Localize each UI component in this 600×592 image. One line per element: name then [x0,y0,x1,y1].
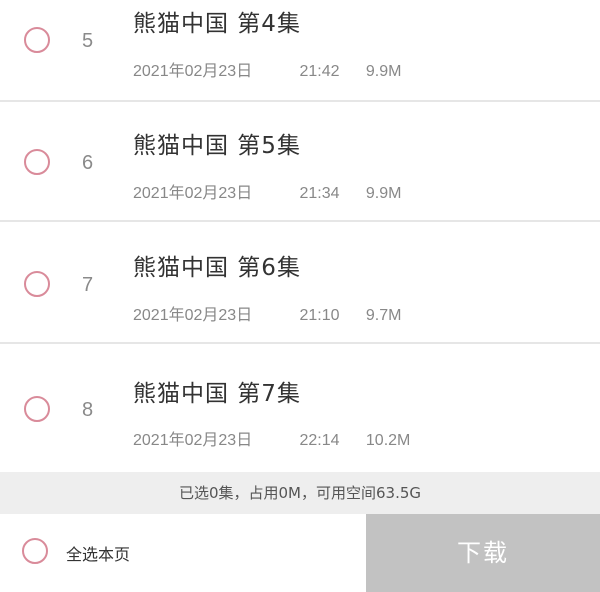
episode-row[interactable]: 8 熊猫中国 第7集 2021年02月23日 22:14 10.2M [0,346,600,470]
episode-row[interactable]: 7 熊猫中国 第6集 2021年02月23日 21:10 9.7M [0,224,600,344]
episode-title: 熊猫中国 第5集 [133,133,301,159]
radio-unchecked-icon[interactable] [24,271,50,297]
episode-date: 2021年02月23日 [133,63,253,80]
episode-time: 21:42 [299,63,340,80]
download-selection-screen: 5 熊猫中国 第4集 2021年02月23日 21:42 9.9M 6 熊猫中国… [0,0,600,592]
episode-time: 21:10 [299,307,340,324]
episode-time: 22:14 [299,432,340,449]
episode-index: 8 [82,399,94,421]
episode-meta: 2021年02月23日 22:14 10.2M [133,426,410,450]
radio-unchecked-icon[interactable] [24,27,50,53]
episode-date: 2021年02月23日 [133,185,253,202]
episode-time: 21:34 [299,185,340,202]
episode-meta: 2021年02月23日 21:10 9.7M [133,301,401,325]
episode-title: 熊猫中国 第6集 [133,255,301,281]
selection-status-bar: 已选0集，占用0M，可用空间63.5G [0,472,600,514]
select-all-toggle[interactable]: 全选本页 [0,514,366,592]
episode-size: 9.9M [365,185,402,202]
episode-date: 2021年02月23日 [133,432,253,449]
episode-row[interactable]: 5 熊猫中国 第4集 2021年02月23日 21:42 9.9M [0,0,600,102]
selection-status-text: 已选0集，占用0M，可用空间63.5G [178,484,422,502]
episode-title: 熊猫中国 第7集 [133,381,301,407]
episode-size: 10.2M [365,432,411,449]
episode-size: 9.7M [365,307,402,324]
episode-index: 5 [82,30,94,52]
radio-unchecked-icon[interactable] [24,149,50,175]
bottom-action-bar: 全选本页 下载 [0,514,600,592]
episode-title: 熊猫中国 第4集 [133,11,301,37]
select-all-label: 全选本页 [66,545,131,564]
episode-meta: 2021年02月23日 21:34 9.9M [133,179,401,203]
episode-row[interactable]: 6 熊猫中国 第5集 2021年02月23日 21:34 9.9M [0,102,600,222]
episode-size: 9.9M [365,63,402,80]
episode-meta: 2021年02月23日 21:42 9.9M [133,57,401,81]
episode-list: 5 熊猫中国 第4集 2021年02月23日 21:42 9.9M 6 熊猫中国… [0,0,600,470]
radio-unchecked-icon[interactable] [24,396,50,422]
download-button[interactable]: 下载 [366,514,600,592]
radio-unchecked-icon[interactable] [22,538,48,564]
episode-index: 6 [82,152,94,174]
episode-date: 2021年02月23日 [133,307,253,324]
episode-index: 7 [82,274,94,296]
